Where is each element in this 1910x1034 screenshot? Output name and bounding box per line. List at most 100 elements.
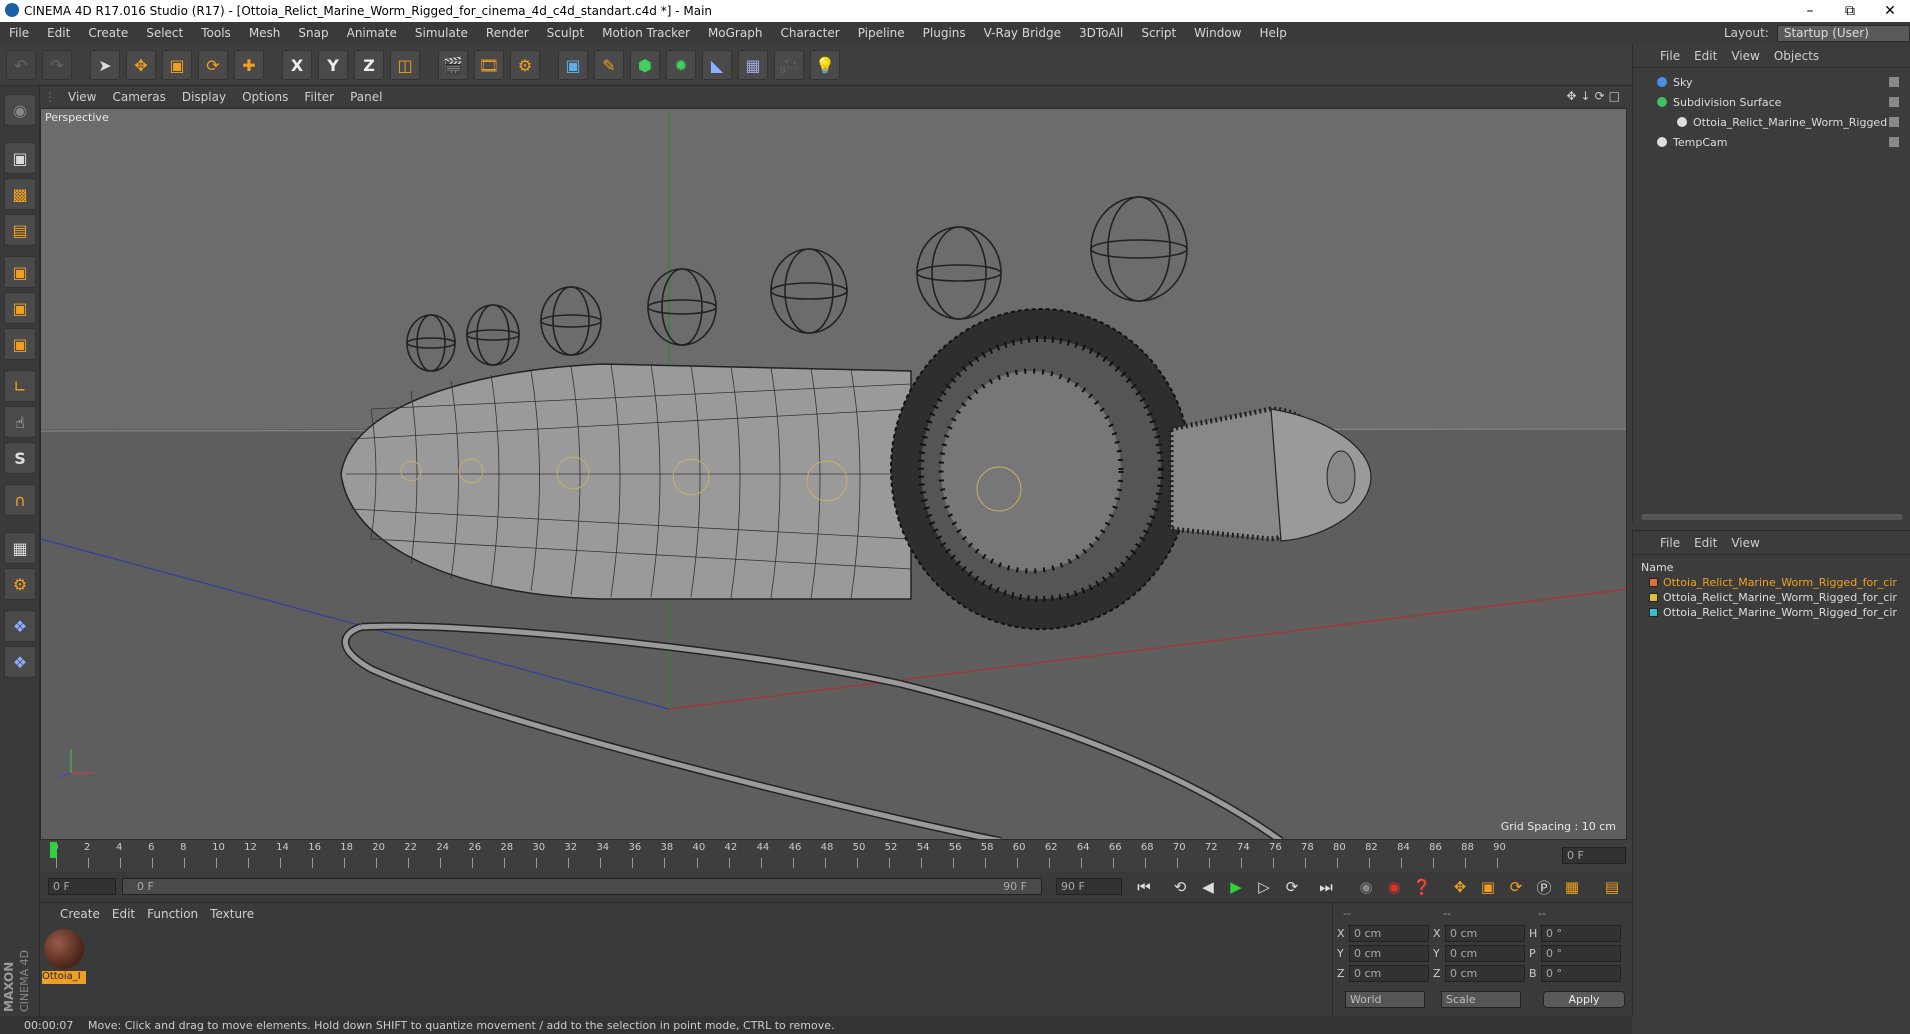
- subdivision-surface-icon[interactable]: ⬢: [630, 50, 660, 80]
- object-menu-file[interactable]: File: [1653, 49, 1687, 63]
- key-rotation-icon[interactable]: ⟳: [1504, 876, 1528, 898]
- y-axis-lock-icon[interactable]: Y: [318, 50, 348, 80]
- move-tool-icon[interactable]: ✥: [126, 50, 156, 80]
- render-settings-icon[interactable]: ⚙: [510, 50, 540, 80]
- object-scrollbar[interactable]: [1641, 514, 1903, 520]
- close-icon[interactable]: ✕: [1870, 0, 1910, 22]
- material-menu-edit[interactable]: Edit: [106, 907, 141, 921]
- visibility-toggle-icon[interactable]: [1889, 77, 1899, 87]
- apply-button[interactable]: Apply: [1543, 991, 1625, 1008]
- menu-script[interactable]: Script: [1132, 26, 1185, 40]
- coord-value-field[interactable]: 0 cm: [1445, 965, 1525, 982]
- viewport-menu-filter[interactable]: Filter: [296, 90, 342, 104]
- object-menu-edit[interactable]: Edit: [1687, 49, 1724, 63]
- material-menu-function[interactable]: Function: [141, 907, 204, 921]
- key-pla-icon[interactable]: ▦: [1560, 876, 1584, 898]
- menu-v-ray-bridge[interactable]: V-Ray Bridge: [975, 26, 1070, 40]
- enable-axis-icon[interactable]: ▦: [4, 532, 36, 564]
- menu-simulate[interactable]: Simulate: [406, 26, 477, 40]
- menu-select[interactable]: Select: [137, 26, 192, 40]
- go-to-start-icon[interactable]: ⏮: [1132, 876, 1156, 898]
- viewport-nav-icons[interactable]: ✥↓⟳□: [1566, 89, 1624, 103]
- axis-mode-icon[interactable]: ∟: [4, 370, 36, 402]
- frame-range-slider[interactable]: 0 F 90 F: [122, 878, 1042, 895]
- rotate-tool-icon[interactable]: ⟳: [198, 50, 228, 80]
- render-picture-viewer-icon[interactable]: 🎞: [474, 50, 504, 80]
- z-axis-lock-icon[interactable]: Z: [354, 50, 384, 80]
- menu-edit[interactable]: Edit: [38, 26, 79, 40]
- select-tool-icon[interactable]: ➤: [90, 50, 120, 80]
- viewport-menu-view[interactable]: View: [60, 90, 104, 104]
- previous-frame-icon[interactable]: ◀: [1196, 876, 1220, 898]
- edges-mode-icon[interactable]: ▣: [4, 292, 36, 324]
- coord-value-field[interactable]: 0 cm: [1349, 925, 1429, 942]
- material-manager-menu-view[interactable]: View: [1724, 536, 1766, 550]
- material-row[interactable]: Ottoia_Relict_Marine_Worm_Rigged_for_cir: [1649, 590, 1905, 605]
- next-frame-icon[interactable]: ▷: [1252, 876, 1276, 898]
- live-select-icon[interactable]: ✚: [234, 50, 264, 80]
- menu-tools[interactable]: Tools: [192, 26, 240, 40]
- viewport-menu-options[interactable]: Options: [234, 90, 296, 104]
- viewport-menu-display[interactable]: Display: [174, 90, 234, 104]
- texture-mode-icon[interactable]: ▩: [4, 178, 36, 210]
- spline-pen-icon[interactable]: ✎: [594, 50, 624, 80]
- perspective-viewport[interactable]: Perspective Grid Spacing : 10 cm: [40, 108, 1627, 840]
- playhead-marker[interactable]: [50, 842, 57, 858]
- python-generator-icon[interactable]: ❖: [4, 646, 36, 678]
- polygons-mode-icon[interactable]: ▣: [4, 328, 36, 360]
- menu-window[interactable]: Window: [1185, 26, 1250, 40]
- visibility-toggle-icon[interactable]: [1889, 97, 1899, 107]
- render-view-icon[interactable]: 🎬: [438, 50, 468, 80]
- points-mode-icon[interactable]: ▣: [4, 256, 36, 288]
- material-menu-create[interactable]: Create: [54, 907, 106, 921]
- make-editable-icon[interactable]: ◉: [4, 94, 36, 126]
- play-icon[interactable]: ▶: [1224, 876, 1248, 898]
- viewport-menu-cameras[interactable]: Cameras: [104, 90, 173, 104]
- menu-animate[interactable]: Animate: [338, 26, 406, 40]
- menu-character[interactable]: Character: [771, 26, 848, 40]
- python-script-icon[interactable]: ❖: [4, 610, 36, 642]
- menu-motion-tracker[interactable]: Motion Tracker: [593, 26, 699, 40]
- coord-value-field[interactable]: 0 cm: [1445, 945, 1525, 962]
- timeline-ruler[interactable]: 0246810121416182022242628303234363840424…: [40, 840, 1632, 872]
- camera-icon[interactable]: 🎥: [774, 50, 804, 80]
- coord-value-field[interactable]: 0 °: [1541, 965, 1621, 982]
- next-keyframe-icon[interactable]: ⟳: [1280, 876, 1304, 898]
- object-menu-view[interactable]: View: [1724, 49, 1766, 63]
- menu-render[interactable]: Render: [477, 26, 538, 40]
- keyframe-selection-icon[interactable]: ❓: [1410, 876, 1434, 898]
- previous-keyframe-icon[interactable]: ⟲: [1168, 876, 1192, 898]
- menu-snap[interactable]: Snap: [289, 26, 337, 40]
- object-menu-objects[interactable]: Objects: [1767, 49, 1826, 63]
- x-axis-lock-icon[interactable]: X: [282, 50, 312, 80]
- menu-file[interactable]: File: [0, 26, 38, 40]
- solo-mode-icon[interactable]: S: [4, 442, 36, 474]
- key-scale-icon[interactable]: ▣: [1476, 876, 1500, 898]
- mograph-cloner-icon[interactable]: ✹: [666, 50, 696, 80]
- material-row[interactable]: Ottoia_Relict_Marine_Worm_Rigged_for_cir: [1649, 605, 1905, 620]
- scale-tool-icon[interactable]: ▣: [162, 50, 192, 80]
- visibility-toggle-icon[interactable]: [1889, 117, 1899, 127]
- minimize-icon[interactable]: –: [1790, 0, 1830, 22]
- menu-help[interactable]: Help: [1250, 26, 1295, 40]
- locked-workplane-icon[interactable]: ⚙: [4, 568, 36, 600]
- go-to-end-icon[interactable]: ⏭: [1314, 876, 1338, 898]
- snapping-icon[interactable]: ∩: [4, 484, 36, 516]
- start-frame-field[interactable]: 0 F: [48, 878, 116, 895]
- menu-plugins[interactable]: Plugins: [914, 26, 975, 40]
- object-row[interactable]: Ottoia_Relict_Marine_Worm_Rigged: [1633, 112, 1903, 132]
- menu-mograph[interactable]: MoGraph: [699, 26, 772, 40]
- timeline-window-icon[interactable]: ▤: [1600, 876, 1624, 898]
- material-thumbnail[interactable]: [44, 929, 84, 969]
- workplane-mode-icon[interactable]: ▤: [4, 214, 36, 246]
- menu-sculpt[interactable]: Sculpt: [538, 26, 593, 40]
- menu-pipeline[interactable]: Pipeline: [849, 26, 914, 40]
- coord-value-field[interactable]: 0 °: [1541, 925, 1621, 942]
- coordinate-system-icon[interactable]: ◫: [390, 50, 420, 80]
- viewport-menu-panel[interactable]: Panel: [342, 90, 390, 104]
- key-position-icon[interactable]: ✥: [1448, 876, 1472, 898]
- coord-value-field[interactable]: 0 °: [1541, 945, 1621, 962]
- coord-value-field[interactable]: 0 cm: [1349, 945, 1429, 962]
- floor-scene-icon[interactable]: ▦: [738, 50, 768, 80]
- model-mode-icon[interactable]: ▣: [4, 142, 36, 174]
